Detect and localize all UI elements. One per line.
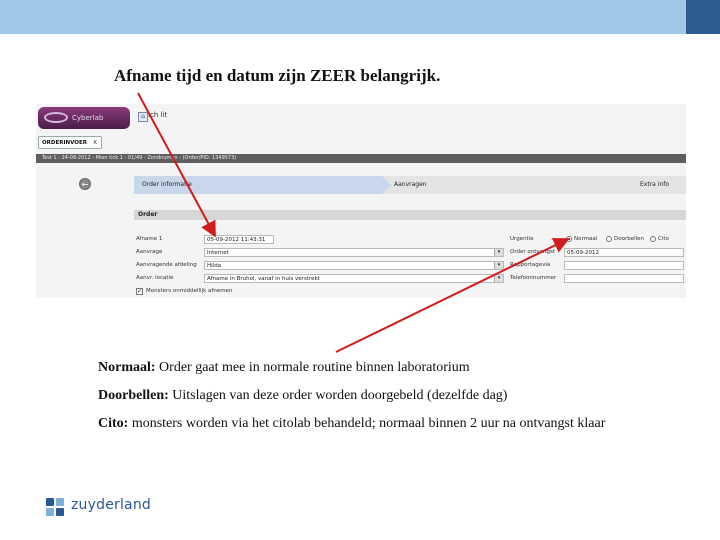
step-order-informatie[interactable]: Order informatie (134, 176, 382, 194)
afname-datetime-input[interactable]: 05-09-2012 11:43:31 (204, 235, 274, 244)
note-doorbellen: Doorbellen: Uitslagen van deze order wor… (98, 388, 507, 404)
note-term: Doorbellen: (98, 388, 169, 403)
note-text: Uitslagen van deze order worden doorgebe… (168, 388, 508, 403)
radio-normaal-label: Normaal (574, 236, 598, 242)
radio-normaal[interactable] (566, 236, 572, 242)
tab-orderinvoer[interactable]: ORDERINVOER X (38, 136, 102, 149)
afdeling-value: Hilda (207, 263, 222, 269)
note-text: Order gaat mee in normale routine binnen… (155, 360, 470, 375)
field-label: Aanvr. locatie (136, 275, 174, 281)
note-term: Normaal: (98, 360, 156, 375)
field-label: Rapportagevia (510, 262, 551, 268)
note-term: Cito: (98, 416, 129, 431)
order-breadcrumb: Test 1 - 24-08-2012 - Mien tick 1 - 01/4… (36, 154, 686, 163)
note-text: monsters worden via het citolab behandel… (128, 416, 606, 431)
locatie-select[interactable]: Afname in Bruhol, vanaf in huis verstrek… (204, 274, 504, 283)
chevron-down-icon[interactable]: ▾ (494, 249, 503, 256)
tab-orderinvoer-label: ORDERINVOER (42, 140, 87, 146)
chevron-down-icon[interactable]: ▾ (494, 275, 503, 282)
brand-name: zuyderland (71, 497, 151, 513)
rapportage-input[interactable] (564, 261, 684, 270)
field-label: Aanvragende afdeling (136, 262, 197, 268)
zuyderland-logo-icon (46, 498, 64, 516)
cyberlab-screenshot: Cyberlab ⌂ Ich lit ORDERINVOER X Test 1 … (36, 104, 686, 298)
slide-corner-block (686, 0, 720, 34)
step-extra-info[interactable]: Extra info (640, 176, 669, 194)
aanvrager-select[interactable]: Internet ▾ (204, 248, 504, 257)
monsters-checkbox[interactable]: ✓ (136, 288, 143, 295)
note-normaal: Normaal: Order gaat mee in normale routi… (98, 360, 470, 376)
slide-title: Afname tijd en datum zijn ZEER belangrij… (114, 66, 441, 85)
logo-text: Cyberlab (72, 114, 104, 122)
home-icon[interactable]: ⌂ (138, 112, 148, 122)
section-order-header: Order (134, 210, 686, 220)
monsters-checkbox-label: Monsters onmiddellijk afnemen (146, 288, 233, 294)
field-label: Aanvrage (136, 249, 163, 255)
wizard-steps: Order informatie Aanvragen Extra info (134, 176, 686, 194)
slide-top-bar (0, 0, 720, 34)
field-label: Order ontvangst (510, 249, 556, 255)
afdeling-select[interactable]: Hilda ▾ (204, 261, 504, 270)
step-aanvragen[interactable]: Aanvragen (390, 176, 427, 194)
logo-swoosh-icon (44, 112, 68, 123)
back-arrow-button[interactable]: ← (79, 178, 91, 190)
radio-cito-label: Cito (658, 236, 669, 242)
field-label: Afname 1 (136, 236, 163, 242)
close-icon[interactable]: X (93, 137, 97, 150)
radio-doorbellen-label: Doorbellen (614, 236, 645, 242)
ontvangst-date-input[interactable]: 05-09-2012 (564, 248, 684, 257)
note-cito: Cito: monsters worden via het citolab be… (98, 416, 605, 432)
locatie-value: Afname in Bruhol, vanaf in huis verstrek… (207, 276, 320, 282)
radio-doorbellen[interactable] (606, 236, 612, 242)
home-label[interactable]: Ich lit (148, 111, 167, 119)
radio-cito[interactable] (650, 236, 656, 242)
field-label: Urgentie (510, 236, 534, 242)
aanvrager-value: Internet (207, 250, 229, 256)
telefoon-input[interactable] (564, 274, 684, 283)
cyberlab-logo: Cyberlab (38, 107, 130, 129)
field-label: Telefoonnummer (510, 275, 557, 281)
chevron-down-icon[interactable]: ▾ (494, 262, 503, 269)
